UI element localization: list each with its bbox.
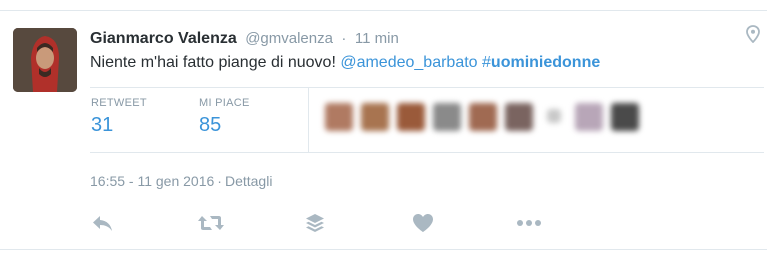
timestamp-separator: · [217, 173, 222, 189]
liker-avatar[interactable] [575, 103, 603, 131]
hashtag-text: uominiedonne [490, 54, 601, 71]
header-separator: · [341, 30, 347, 47]
likes-stat[interactable]: MI PIACE 85 [199, 97, 250, 137]
liker-avatar[interactable] [505, 103, 533, 131]
tweet-time[interactable]: 11 min [355, 30, 399, 47]
likes-label: MI PIACE [199, 97, 250, 109]
stats-top-divider [90, 87, 764, 88]
tweet-datetime: 16:55 - 11 gen 2016 [90, 173, 215, 189]
stats-vertical-divider [308, 88, 309, 152]
heart-icon [413, 214, 433, 232]
liker-avatar[interactable] [361, 103, 389, 131]
bottom-divider [0, 249, 767, 250]
avatar[interactable] [13, 28, 77, 92]
mention-link[interactable]: @amedeo_barbato [340, 54, 477, 71]
map-pin-icon[interactable] [746, 25, 760, 44]
retweet-count: 31 [91, 114, 114, 136]
liker-avatar[interactable] [433, 103, 461, 131]
liker-avatar[interactable] [397, 103, 425, 131]
details-link[interactable]: Dettagli [225, 173, 272, 189]
tweet-card: Gianmarco Valenza @gmvalenza · 11 min Ni… [0, 0, 767, 255]
liker-avatar[interactable] [611, 103, 639, 131]
buffer-button[interactable] [300, 208, 330, 238]
reply-button[interactable] [88, 208, 118, 238]
top-divider [0, 10, 767, 11]
retweet-label: RETWEET [91, 97, 147, 109]
liker-avatar[interactable] [469, 103, 497, 131]
liker-avatar[interactable] [325, 103, 353, 131]
retweet-icon [198, 216, 224, 230]
tweet-timestamp: 16:55 - 11 gen 2016 · Dettagli [90, 173, 272, 189]
stats-bottom-divider [90, 152, 764, 153]
tweet-header: Gianmarco Valenza @gmvalenza · 11 min [90, 29, 399, 49]
tweet-text-plain: Niente m'hai fatto piange di nuovo! [90, 54, 341, 71]
likes-count: 85 [199, 114, 222, 136]
retweet-stat[interactable]: RETWEET 31 [91, 97, 147, 137]
retweet-button[interactable] [196, 208, 226, 238]
more-dots-icon [517, 220, 541, 226]
like-button[interactable] [408, 208, 438, 238]
reply-icon [93, 216, 112, 231]
hashtag-link[interactable]: #uominiedonne [482, 54, 600, 71]
tweet-text: Niente m'hai fatto piange di nuovo! @ame… [90, 52, 600, 74]
user-fullname[interactable]: Gianmarco Valenza [90, 30, 237, 47]
buffer-layers-icon [306, 214, 324, 232]
liker-avatar[interactable] [547, 109, 561, 123]
tweet-actions [0, 208, 767, 238]
user-handle[interactable]: @gmvalenza [245, 30, 333, 47]
more-button[interactable] [514, 208, 544, 238]
hashtag-symbol: # [482, 54, 491, 71]
